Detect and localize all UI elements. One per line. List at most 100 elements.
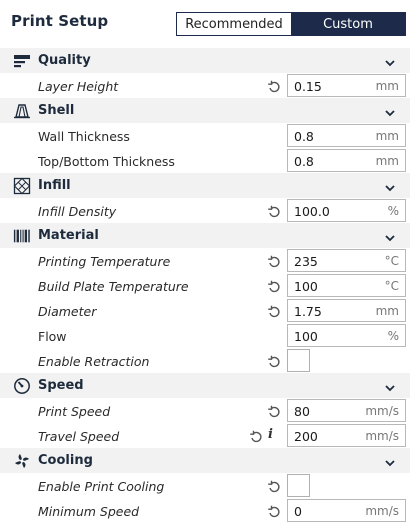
info-icon[interactable]: i xyxy=(268,427,273,442)
field-value: 0.8 xyxy=(294,154,314,169)
category-cooling[interactable]: Cooling xyxy=(0,448,410,473)
recommended-tab[interactable]: Recommended xyxy=(177,13,291,35)
setting-infill-density: Infill Density 100.0% xyxy=(0,198,410,223)
minimum-speed-input[interactable]: 0 mm/s xyxy=(287,499,406,522)
setting-label: Print Speed xyxy=(38,404,111,419)
setting-label: Enable Retraction xyxy=(38,354,150,369)
setting-label: Diameter xyxy=(38,304,97,319)
build-plate-temperature-input[interactable]: 100 °C xyxy=(287,274,406,297)
print-speed-input[interactable]: 80 mm/s xyxy=(287,399,406,422)
reset-icon[interactable] xyxy=(267,354,281,368)
field-unit: % xyxy=(387,329,399,343)
field-unit: mm/s xyxy=(365,429,399,443)
setting-enable-retraction: Enable Retraction xyxy=(0,348,410,373)
setting-label: Build Plate Temperature xyxy=(38,279,189,294)
cooling-icon xyxy=(13,452,31,469)
infill-icon xyxy=(13,177,31,194)
field-value: 0 xyxy=(294,504,302,519)
shell-icon xyxy=(13,102,31,119)
chevron-down-icon[interactable] xyxy=(384,229,396,242)
reset-icon[interactable] xyxy=(267,479,281,493)
infill-density-input[interactable]: 100.0% xyxy=(287,199,406,222)
field-value: 235 xyxy=(294,254,318,269)
setting-layer-height: Layer Height 0.15 mm xyxy=(0,73,410,98)
field-value: 0.8 xyxy=(294,129,314,144)
category-material[interactable]: Material xyxy=(0,223,410,248)
field-unit: mm xyxy=(375,129,399,143)
setting-label: Top/Bottom Thickness xyxy=(38,154,175,169)
reset-icon[interactable] xyxy=(267,304,281,318)
print-setup-header: Print Setup Recommended Custom xyxy=(0,0,410,46)
diameter-input[interactable]: 1.75 mm xyxy=(287,299,406,322)
setting-print-speed: Print Speed 80 mm/s xyxy=(0,398,410,423)
reset-icon[interactable] xyxy=(267,504,281,518)
field-unit: mm xyxy=(375,79,399,93)
panel-title: Print Setup xyxy=(11,12,109,30)
setting-label: Enable Print Cooling xyxy=(38,479,165,494)
field-value: 100.0 xyxy=(294,204,330,219)
setting-minimum-speed: Minimum Speed 0 mm/s xyxy=(0,498,410,523)
field-unit: mm xyxy=(375,304,399,318)
printing-temperature-input[interactable]: 235 °C xyxy=(287,249,406,272)
field-unit: % xyxy=(387,204,399,218)
travel-speed-input[interactable]: 200 mm/s xyxy=(287,424,406,447)
setting-label: Wall Thickness xyxy=(38,129,130,144)
category-quality[interactable]: Quality xyxy=(0,48,410,73)
category-label: Cooling xyxy=(38,453,93,468)
field-unit: °C xyxy=(384,254,399,268)
custom-tab[interactable]: Custom xyxy=(291,13,405,35)
category-infill[interactable]: Infill xyxy=(0,173,410,198)
category-label: Shell xyxy=(38,103,75,118)
material-icon xyxy=(13,227,31,244)
flow-input[interactable]: 100% xyxy=(287,324,406,347)
setting-label: Layer Height xyxy=(38,79,119,94)
field-value: 100 xyxy=(294,329,318,344)
reset-icon[interactable] xyxy=(267,254,281,268)
field-value: 80 xyxy=(294,404,310,419)
setting-label: Minimum Speed xyxy=(38,504,140,519)
enable-print-cooling-checkbox[interactable] xyxy=(287,474,310,497)
chevron-down-icon[interactable] xyxy=(384,179,396,192)
field-unit: mm/s xyxy=(365,404,399,418)
setting-build-plate-temperature: Build Plate Temperature 100 °C xyxy=(0,273,410,298)
reset-icon[interactable] xyxy=(267,279,281,293)
mode-toggle: Recommended Custom xyxy=(176,12,406,36)
chevron-down-icon[interactable] xyxy=(384,379,396,392)
chevron-down-icon[interactable] xyxy=(384,454,396,467)
speed-icon xyxy=(13,377,31,394)
chevron-down-icon[interactable] xyxy=(384,104,396,117)
category-label: Material xyxy=(38,228,99,243)
setting-enable-print-cooling: Enable Print Cooling xyxy=(0,473,410,498)
reset-icon[interactable] xyxy=(267,204,281,218)
wall-thickness-input[interactable]: 0.8 mm xyxy=(287,124,406,147)
field-value: 100 xyxy=(294,279,318,294)
top-bottom-thickness-input[interactable]: 0.8 mm xyxy=(287,149,406,172)
field-value: 200 xyxy=(294,429,318,444)
quality-icon xyxy=(13,52,31,69)
reset-icon[interactable] xyxy=(267,404,281,418)
chevron-down-icon[interactable] xyxy=(384,54,396,67)
setting-label: Flow xyxy=(38,329,67,344)
setting-diameter: Diameter 1.75 mm xyxy=(0,298,410,323)
field-value: 1.75 xyxy=(294,304,322,319)
field-value: 0.15 xyxy=(294,79,322,94)
field-unit: mm/s xyxy=(365,504,399,518)
setting-wall-thickness: Wall Thickness 0.8 mm xyxy=(0,123,410,148)
category-speed[interactable]: Speed xyxy=(0,373,410,398)
setting-label: Infill Density xyxy=(38,204,117,219)
setting-travel-speed: Travel Speed i 200 mm/s xyxy=(0,423,410,448)
category-shell[interactable]: Shell xyxy=(0,98,410,123)
category-label: Infill xyxy=(38,178,71,193)
settings-list: Quality Layer Height 0.15 mm Shell Wall Thick… xyxy=(0,48,410,523)
reset-icon[interactable] xyxy=(267,79,281,93)
layer-height-input[interactable]: 0.15 mm xyxy=(287,74,406,97)
enable-retraction-checkbox[interactable] xyxy=(287,349,310,372)
category-label: Quality xyxy=(38,53,91,68)
reset-icon[interactable] xyxy=(249,429,263,443)
setting-printing-temperature: Printing Temperature 235 °C xyxy=(0,248,410,273)
setting-top-bottom-thickness: Top/Bottom Thickness 0.8 mm xyxy=(0,148,410,173)
category-label: Speed xyxy=(38,378,84,393)
field-unit: mm xyxy=(375,154,399,168)
field-unit: °C xyxy=(384,279,399,293)
setting-label: Printing Temperature xyxy=(38,254,171,269)
